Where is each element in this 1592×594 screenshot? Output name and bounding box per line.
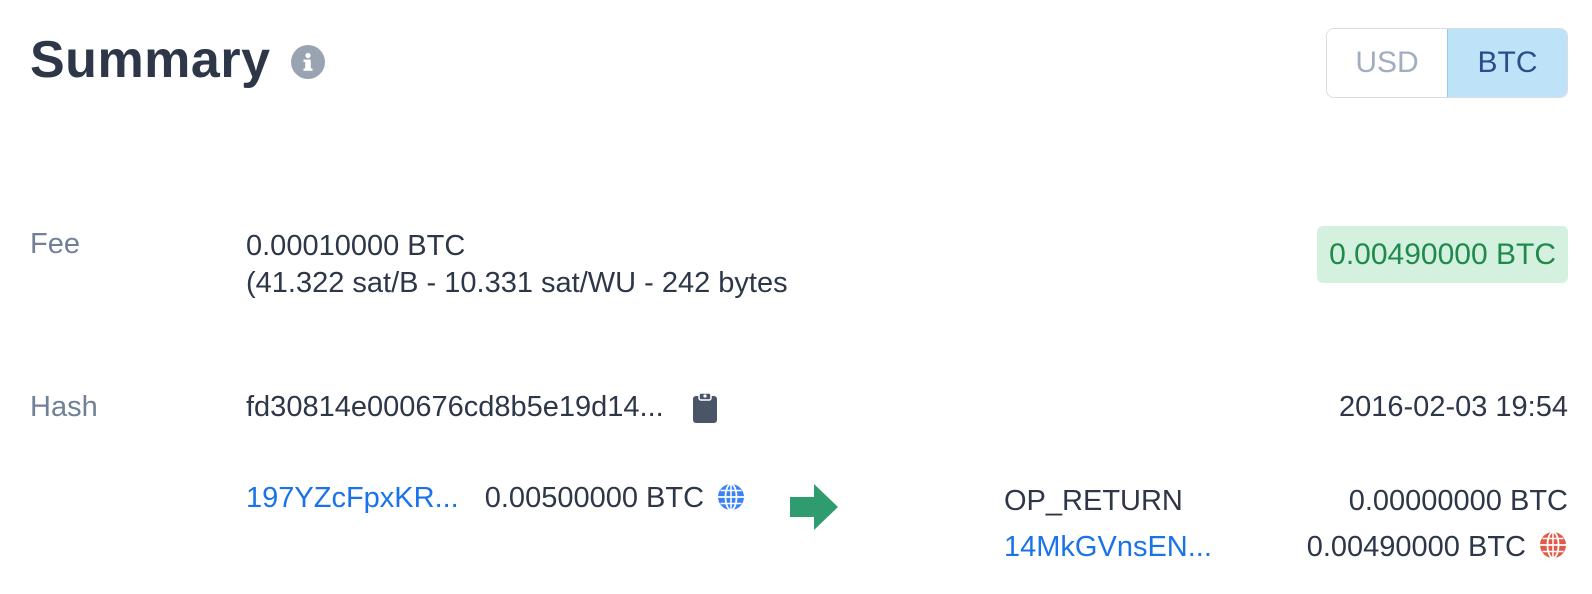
fee-detail: (41.322 sat/B - 10.331 sat/WU - 242 byte… [246,267,788,299]
currency-toggle: USD BTC [1326,28,1568,98]
hash-value[interactable]: fd30814e000676cd8b5e19d14... [246,391,664,424]
info-icon[interactable] [290,45,325,79]
clipboard-icon[interactable] [692,391,718,424]
globe-icon [716,482,746,512]
input-row: 197YZcFpxKR... 0.00500000 BTC [246,482,746,515]
output-amount: 0.00000000 BTC [1348,484,1568,517]
fee-amount: 0.00010000 BTC [246,230,466,262]
output-amount: 0.00490000 BTC [1306,530,1526,563]
arrow-right-icon [790,484,838,535]
output-address-link[interactable]: 14MkGVnsEN... [1004,531,1212,564]
input-address-link[interactable]: 197YZcFpxKR... [246,482,459,515]
timestamp: 2016-02-03 19:54 [1339,391,1568,423]
usd-button[interactable]: USD [1327,29,1447,97]
output-op-return-label: OP_RETURN [1004,484,1183,517]
input-amount: 0.00500000 BTC [484,482,705,514]
total-amount-badge: 0.00490000 BTC [1317,226,1568,283]
globe-icon [1538,530,1568,560]
btc-button[interactable]: BTC [1447,29,1567,97]
output-amount-wrap: 0.00490000 BTC [1307,531,1568,564]
page-title: Summary [30,31,271,89]
output-row: 14MkGVnsEN... 0.00490000 BTC [1004,527,1568,567]
output-row: OP_RETURN 0.00000000 BTC [1004,481,1568,521]
hash-label: Hash [30,391,98,423]
fee-value: 0.00010000 BTC (41.322 sat/B - 10.331 sa… [246,228,788,302]
hash-row: fd30814e000676cd8b5e19d14... [246,391,718,424]
summary-header: Summary [30,30,325,90]
fee-label: Fee [30,228,80,260]
